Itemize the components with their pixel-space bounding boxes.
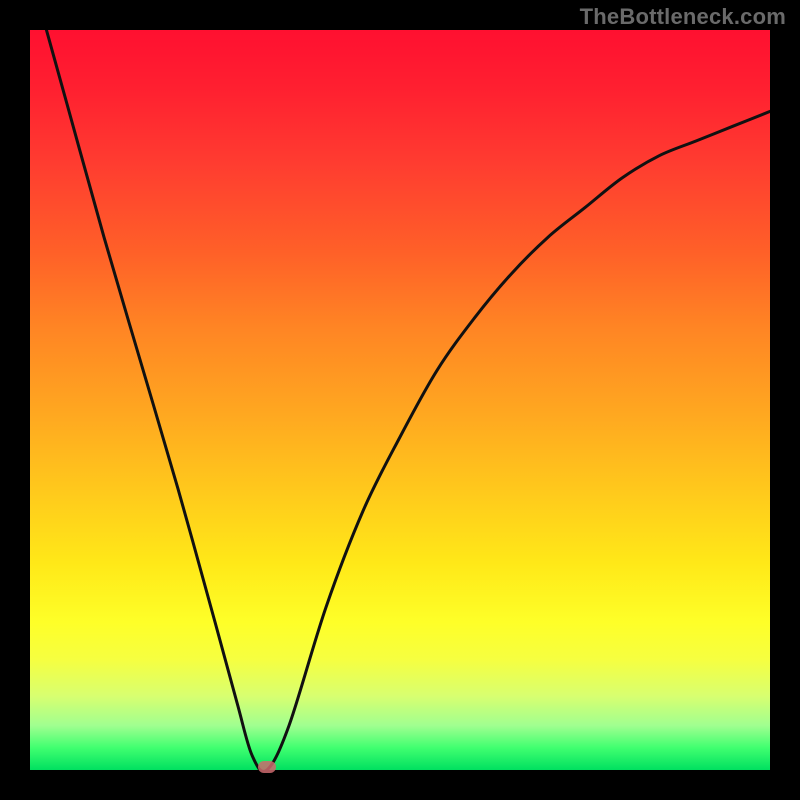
watermark-text: TheBottleneck.com	[580, 4, 786, 30]
chart-frame: TheBottleneck.com	[0, 0, 800, 800]
plot-area	[30, 30, 770, 770]
minimum-marker	[258, 761, 276, 773]
bottleneck-curve	[30, 30, 770, 770]
curve-layer	[30, 30, 770, 770]
